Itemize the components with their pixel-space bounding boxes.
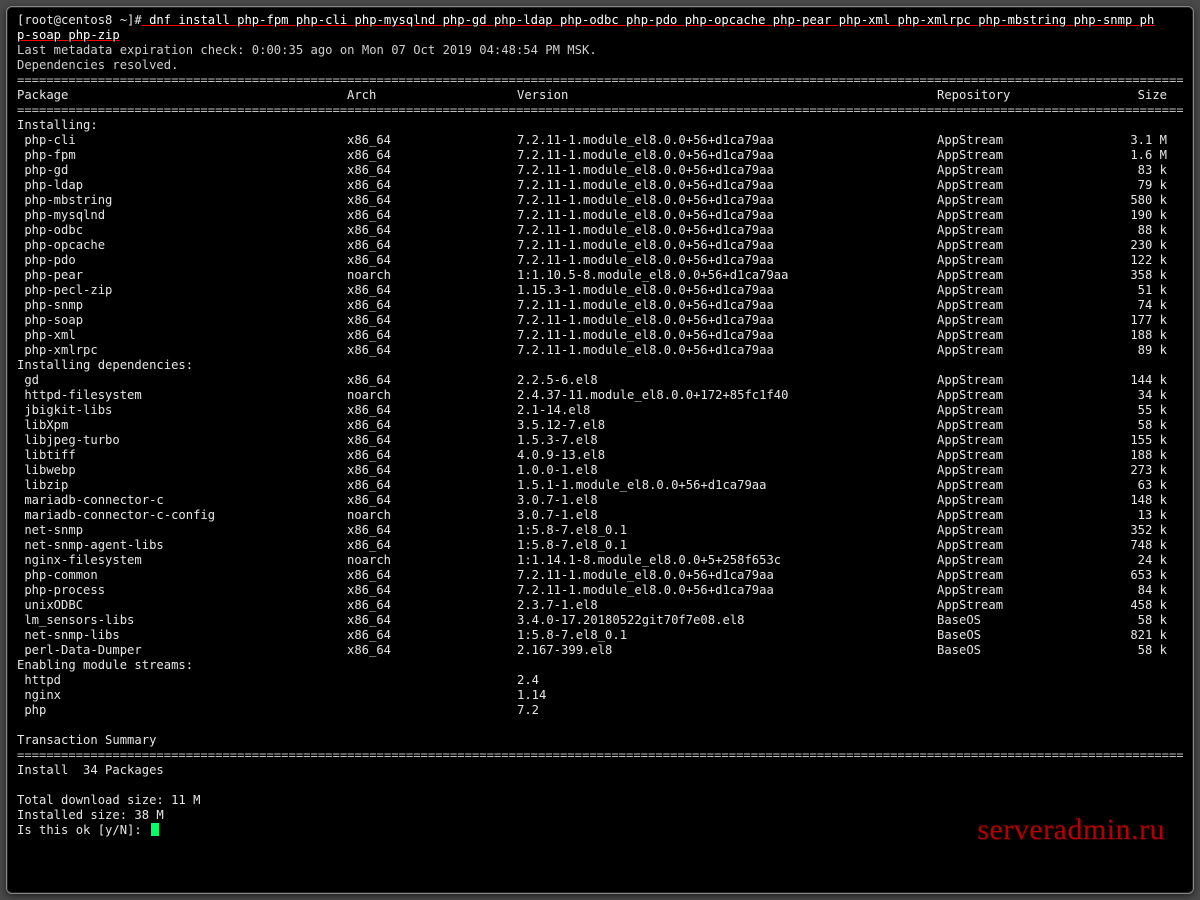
- table-row: libzipx86_641.5.1-1.module_el8.0.0+56+d1…: [17, 478, 1183, 493]
- table-row: libjpeg-turbox86_641.5.3-7.el8AppStream1…: [17, 433, 1183, 448]
- section-enabling: Enabling module streams:: [17, 658, 1183, 673]
- table-row: php-odbcx86_647.2.11-1.module_el8.0.0+56…: [17, 223, 1183, 238]
- table-row: php-soapx86_647.2.11-1.module_el8.0.0+56…: [17, 313, 1183, 328]
- table-row: php-mbstringx86_647.2.11-1.module_el8.0.…: [17, 193, 1183, 208]
- table-row: net-snmp-libsx86_641:5.8-7.el8_0.1BaseOS…: [17, 628, 1183, 643]
- col-size: Size: [1102, 88, 1167, 103]
- command-text-2: p-soap php-zip: [17, 28, 120, 42]
- terminal-window[interactable]: [root@centos8 ~]# dnf install php-fpm ph…: [6, 6, 1194, 894]
- table-row: mariadb-connector-c-confignoarch3.0.7-1.…: [17, 508, 1183, 523]
- prompt-wrap-line: p-soap php-zip: [17, 28, 1183, 43]
- tx-summary-label: Transaction Summary: [17, 733, 1183, 748]
- blank-1: [17, 718, 1183, 733]
- table-row: php-commonx86_647.2.11-1.module_el8.0.0+…: [17, 568, 1183, 583]
- blank-2: [17, 778, 1183, 793]
- rule-top: ========================================…: [17, 73, 1183, 88]
- table-row: php-xmlrpcx86_647.2.11-1.module_el8.0.0+…: [17, 343, 1183, 358]
- table-row: php-ldapx86_647.2.11-1.module_el8.0.0+56…: [17, 178, 1183, 193]
- table-row: php-xmlx86_647.2.11-1.module_el8.0.0+56+…: [17, 328, 1183, 343]
- table-row: net-snmpx86_641:5.8-7.el8_0.1AppStream35…: [17, 523, 1183, 538]
- table-row: php-opcachex86_647.2.11-1.module_el8.0.0…: [17, 238, 1183, 253]
- confirm-prompt[interactable]: Is this ok [y/N]:: [17, 823, 1183, 838]
- command-text-1: dnf install php-fpm php-cli php-mysqlnd …: [142, 13, 1155, 27]
- table-row: php-clix86_647.2.11-1.module_el8.0.0+56+…: [17, 133, 1183, 148]
- table-row: libtiffx86_644.0.9-13.el8AppStream188 k: [17, 448, 1183, 463]
- table-row: php-mysqlndx86_647.2.11-1.module_el8.0.0…: [17, 208, 1183, 223]
- deps-list: gdx86_642.2.5-6.el8AppStream144 k httpd-…: [17, 373, 1183, 658]
- table-row: unixODBCx86_642.3.7-1.el8AppStream458 k: [17, 598, 1183, 613]
- table-row: php-pearnoarch1:1.10.5-8.module_el8.0.0+…: [17, 268, 1183, 283]
- installed-size: Installed size: 38 M: [17, 808, 1183, 823]
- section-installing: Installing:: [17, 118, 1183, 133]
- table-row: php-pecl-zipx86_641.15.3-1.module_el8.0.…: [17, 283, 1183, 298]
- table-row: perl-Data-Dumperx86_642.167-399.el8BaseO…: [17, 643, 1183, 658]
- table-row: lm_sensors-libsx86_643.4.0-17.20180522gi…: [17, 613, 1183, 628]
- total-download: Total download size: 11 M: [17, 793, 1183, 808]
- table-row: php7.2: [17, 703, 1183, 718]
- table-row: httpd2.4: [17, 673, 1183, 688]
- prompt-line: [root@centos8 ~]# dnf install php-fpm ph…: [17, 13, 1183, 28]
- table-row: nginx1.14: [17, 688, 1183, 703]
- table-row: gdx86_642.2.5-6.el8AppStream144 k: [17, 373, 1183, 388]
- column-headers: PackageArchVersionRepositorySize: [17, 88, 1183, 103]
- table-row: php-fpmx86_647.2.11-1.module_el8.0.0+56+…: [17, 148, 1183, 163]
- installing-list: php-clix86_647.2.11-1.module_el8.0.0+56+…: [17, 133, 1183, 358]
- cursor-icon: [151, 823, 159, 836]
- deps-resolved: Dependencies resolved.: [17, 58, 1183, 73]
- col-repo: Repository: [937, 88, 1102, 103]
- table-row: php-snmpx86_647.2.11-1.module_el8.0.0+56…: [17, 298, 1183, 313]
- col-package: Package: [17, 88, 347, 103]
- col-arch: Arch: [347, 88, 517, 103]
- table-row: libwebpx86_641.0.0-1.el8AppStream273 k: [17, 463, 1183, 478]
- table-row: httpd-filesystemnoarch2.4.37-11.module_e…: [17, 388, 1183, 403]
- table-row: nginx-filesystemnoarch1:1.14.1-8.module_…: [17, 553, 1183, 568]
- section-installing-deps: Installing dependencies:: [17, 358, 1183, 373]
- confirm-text: Is this ok [y/N]:: [17, 823, 149, 837]
- rule-tx: ========================================…: [17, 748, 1183, 763]
- table-row: php-processx86_647.2.11-1.module_el8.0.0…: [17, 583, 1183, 598]
- rule-hdr: ========================================…: [17, 103, 1183, 118]
- table-row: jbigkit-libsx86_642.1-14.el8AppStream55 …: [17, 403, 1183, 418]
- prompt-userhost: [root@centos8 ~]#: [17, 13, 142, 27]
- streams-list: httpd2.4 nginx1.14 php7.2: [17, 673, 1183, 718]
- table-row: php-gdx86_647.2.11-1.module_el8.0.0+56+d…: [17, 163, 1183, 178]
- table-row: net-snmp-agent-libsx86_641:5.8-7.el8_0.1…: [17, 538, 1183, 553]
- table-row: mariadb-connector-cx86_643.0.7-1.el8AppS…: [17, 493, 1183, 508]
- col-version: Version: [517, 88, 937, 103]
- metadata-check: Last metadata expiration check: 0:00:35 …: [17, 43, 1183, 58]
- install-count: Install 34 Packages: [17, 763, 1183, 778]
- table-row: php-pdox86_647.2.11-1.module_el8.0.0+56+…: [17, 253, 1183, 268]
- table-row: libXpmx86_643.5.12-7.el8AppStream58 k: [17, 418, 1183, 433]
